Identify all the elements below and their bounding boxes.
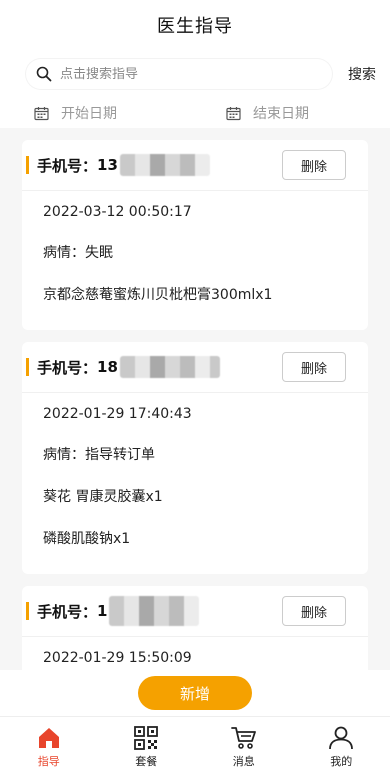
card-condition: 病情：指导转订单 [43,447,155,463]
add-button[interactable]: 新增 [138,676,252,710]
redacted-mosaic [119,154,210,176]
card-header: 手机号： 13 删除 [0,140,346,190]
start-date-label: 开始日期 [61,106,117,122]
search-input[interactable] [60,66,280,82]
guidance-list[interactable]: 手机号： 13 删除 2022-03-12 00:50:17 病情：失眠 京都念… [0,140,390,670]
card-product: 京都念慈菴蜜炼川贝枇杷膏300mlx1 [43,287,273,303]
card-condition: 病情：失眠 [43,245,113,261]
date-range: 开始日期 结束日期 [0,98,390,128]
card-datetime: 2022-01-29 15:50:09 [22,636,368,670]
phone-label: 手机号： [37,602,98,621]
guidance-card: 手机号： 13 删除 2022-03-12 00:50:17 病情：失眠 京都念… [22,140,368,330]
delete-button[interactable]: 删除 [282,150,346,180]
phone-label: 手机号： [37,358,98,377]
end-date-label: 结束日期 [253,106,309,122]
search-box[interactable] [26,59,332,89]
phone-number: 1 [97,602,108,620]
accent-bar [26,156,29,174]
card-datetime: 2022-03-12 00:50:17 [22,190,368,232]
guidance-card: 手机号： 1 删除 2022-01-29 15:50:09 [22,586,368,670]
card-header: 手机号： 18 删除 [0,342,346,392]
page-title: 医生指导 [157,16,233,37]
redacted-mosaic [119,356,220,378]
phone-row: 手机号： 18 [26,356,220,378]
search-icon [36,66,52,82]
tab-bar: 指导 套餐 消息 我的 [0,716,390,777]
tab-package[interactable]: 套餐 [98,717,196,777]
home-icon [38,728,59,748]
start-date-picker[interactable]: 开始日期 [34,103,117,123]
delete-button[interactable]: 删除 [282,596,346,626]
page-header: 医生指导 [0,0,390,50]
phone-row: 手机号： 13 [26,154,210,176]
delete-button[interactable]: 删除 [282,352,346,382]
accent-bar [26,602,29,620]
calendar-icon [226,106,241,120]
end-date-picker[interactable]: 结束日期 [226,103,309,123]
card-datetime: 2022-01-29 17:40:43 [22,392,368,434]
tab-label: 套餐 [135,755,158,768]
cart-icon [230,727,256,749]
qrcode-icon [134,726,159,750]
calendar-icon [34,106,49,120]
search-bar: 搜索 [0,50,390,98]
tab-label: 消息 [232,755,255,768]
tab-mine[interactable]: 我的 [293,717,390,777]
user-icon [329,726,354,750]
search-button[interactable]: 搜索 [348,64,376,84]
card-product: 磷酸肌酸钠x1 [43,531,131,547]
tab-messages[interactable]: 消息 [195,717,293,777]
phone-number: 18 [97,358,118,376]
accent-bar [26,358,29,376]
card-header: 手机号： 1 删除 [0,586,346,636]
action-bar: 新增 [0,670,390,716]
tab-guidance[interactable]: 指导 [0,717,98,777]
card-product: 葵花 胃康灵胶囊x1 [43,489,163,505]
tab-label: 指导 [37,755,60,768]
phone-number: 13 [97,156,118,174]
redacted-mosaic [109,596,200,626]
guidance-card: 手机号： 18 删除 2022-01-29 17:40:43 病情：指导转订单 … [22,342,368,574]
phone-row: 手机号： 1 [26,596,200,626]
phone-label: 手机号： [37,156,98,175]
tab-label: 我的 [330,755,353,768]
